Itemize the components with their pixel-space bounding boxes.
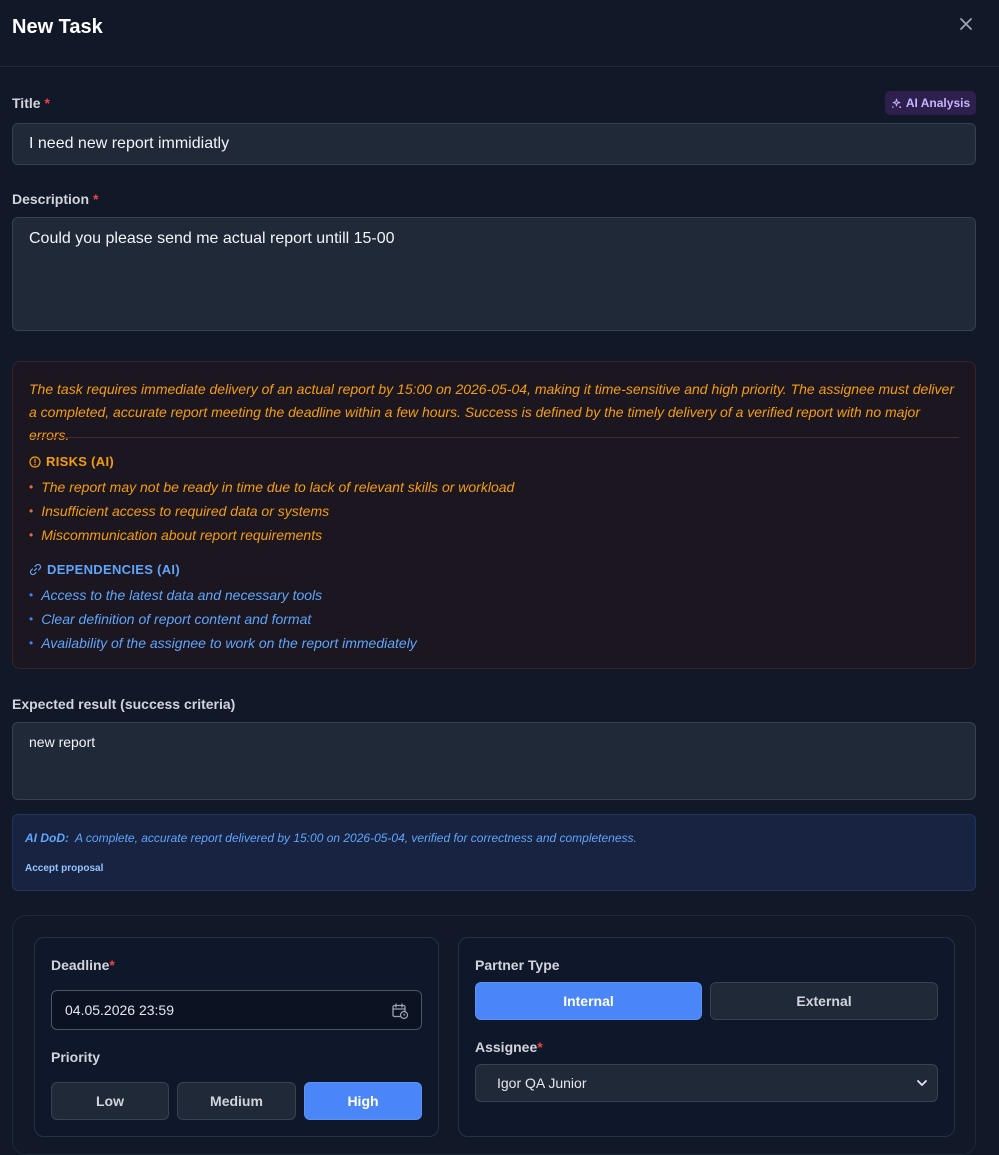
description-label: Description * [12, 191, 99, 207]
dependency-item: • Clear definition of report content and … [29, 611, 312, 627]
alert-circle-icon [29, 455, 41, 468]
dependency-item: • Availability of the assignee to work on… [29, 635, 417, 651]
deadline-input[interactable]: 04.05.2026 23:59 [51, 990, 422, 1030]
deadline-priority-card: Deadline* 04.05.2026 23:59 Priority Low … [34, 937, 439, 1137]
expected-result-label: Expected result (success criteria) [12, 696, 236, 712]
ai-analysis-label: AI Analysis [905, 96, 971, 110]
partner-external-button[interactable]: External [710, 982, 938, 1020]
calendar-icon[interactable] [391, 1002, 409, 1020]
title-input[interactable]: I need new report immidiatly [12, 123, 976, 165]
ai-analysis-panel: The task requires immediate delivery of … [12, 361, 976, 669]
assignee-select[interactable]: Igor QA Junior [475, 1064, 938, 1102]
close-icon[interactable] [956, 14, 976, 34]
expected-result-textarea[interactable]: new report [12, 722, 976, 800]
priority-medium-button[interactable]: Medium [177, 1082, 296, 1120]
dialog-header: New Task [0, 0, 999, 67]
chevron-down-icon [917, 1080, 927, 1086]
ai-dod-panel: AI DoD: A complete, accurate report deliv… [12, 814, 976, 891]
description-textarea[interactable]: Could you please send me actual report u… [12, 217, 976, 331]
accept-proposal-button[interactable]: Accept proposal [25, 863, 103, 874]
ai-analysis-button[interactable]: AI Analysis [885, 91, 976, 115]
priority-high-button[interactable]: High [304, 1082, 422, 1120]
risk-item: • Miscommunication about report requireme… [29, 527, 323, 543]
dod-text: AI DoD: A complete, accurate report deliv… [25, 831, 637, 845]
deadline-label: Deadline* [51, 957, 115, 973]
priority-low-button[interactable]: Low [51, 1082, 169, 1120]
partner-type-label: Partner Type [475, 957, 560, 973]
task-settings-panel: Deadline* 04.05.2026 23:59 Priority Low … [12, 915, 976, 1155]
dependencies-heading: DEPENDENCIES (AI) [29, 562, 180, 577]
partner-assignee-card: Partner Type Internal External Assignee*… [458, 937, 955, 1137]
risk-item: • The report may not be ready in time due… [29, 479, 515, 495]
title-label: Title * [12, 95, 50, 111]
sparkles-icon [891, 98, 901, 108]
assignee-label: Assignee* [475, 1039, 543, 1055]
dialog-title: New Task [12, 16, 103, 38]
risk-item: • Insufficient access to required data or… [29, 503, 330, 519]
required-mark: * [93, 191, 99, 207]
risks-heading: RISKS (AI) [29, 454, 114, 469]
dod-label: AI DoD: [25, 831, 69, 845]
partner-internal-button[interactable]: Internal [475, 982, 702, 1020]
link-icon [29, 563, 42, 576]
required-mark: * [44, 95, 50, 111]
divider [29, 437, 959, 438]
dependency-item: • Access to the latest data and necessary… [29, 587, 323, 603]
priority-label: Priority [51, 1049, 101, 1065]
